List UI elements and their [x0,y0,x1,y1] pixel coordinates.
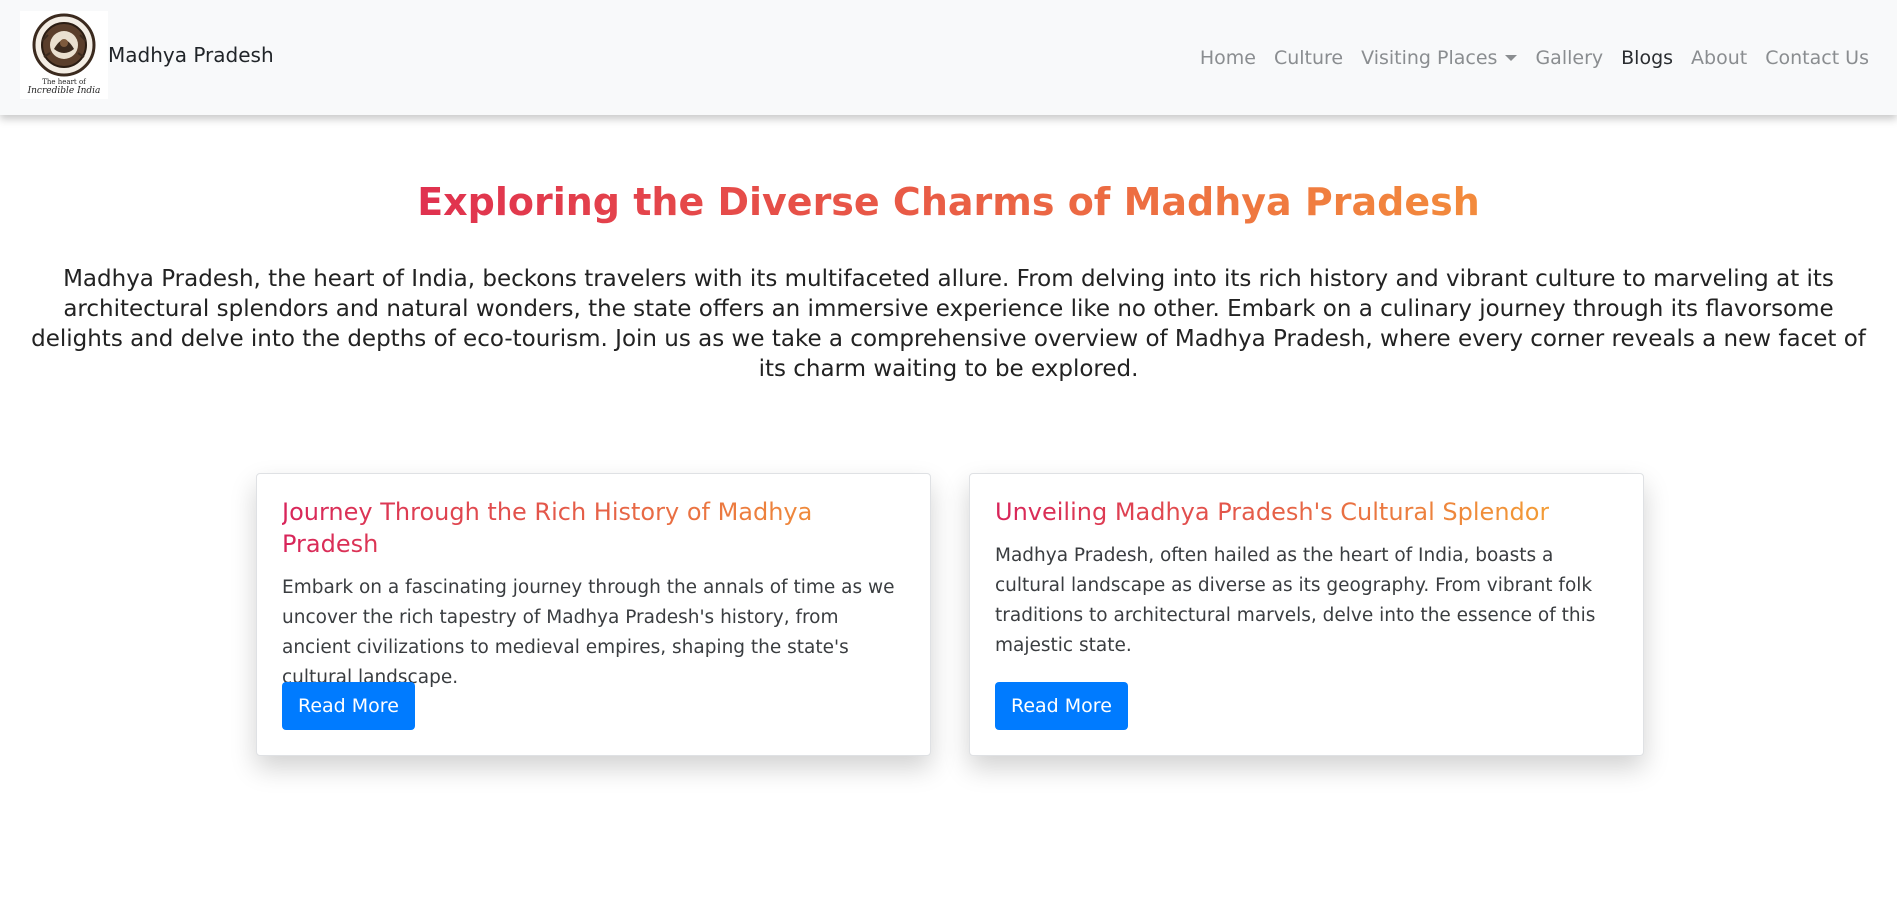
page-title-text: Exploring the Diverse Charms of Madhya P… [417,180,1480,224]
nav-item-culture: Culture [1274,47,1343,69]
nav-link-about[interactable]: About [1691,47,1747,69]
nav-dropdown-visiting-places[interactable]: Visiting Places [1361,46,1518,69]
nav-menu: Home Culture Visiting Places Gallery Blo… [1182,0,1869,115]
blog-card-culture: Unveiling Madhya Pradesh's Cultural Sple… [969,473,1644,756]
nav-link-blogs[interactable]: Blogs [1621,47,1673,69]
logo-tagline-1: The heart of [42,78,86,86]
nav-item-about: About [1691,47,1747,69]
nav-link-gallery[interactable]: Gallery [1535,47,1603,69]
page-title: Exploring the Diverse Charms of Madhya P… [0,172,1897,232]
intro-paragraph: Madhya Pradesh, the heart of India, beck… [31,266,1866,382]
card-title: Journey Through the Rich History of Madh… [282,496,905,560]
card-text: Embark on a fascinating journey through … [282,577,895,688]
card-title: Unveiling Madhya Pradesh's Cultural Sple… [995,498,1550,526]
blog-card-history: Journey Through the Rich History of Madh… [256,473,931,756]
brand-link[interactable]: The heart of Incredible India Madhya Pra… [20,11,274,99]
read-more-button[interactable]: Read More [282,682,415,730]
nav-link-culture[interactable]: Culture [1274,47,1343,69]
read-more-button[interactable]: Read More [995,682,1128,730]
logo: The heart of Incredible India [20,11,108,99]
caret-down-icon [1505,54,1518,61]
logo-tagline-2: Incredible India [27,86,101,96]
nav-item-gallery: Gallery [1535,47,1603,69]
nav-item-contact: Contact Us [1765,47,1869,69]
card-text: Madhya Pradesh, often hailed as the hear… [995,545,1596,656]
blog-cards: Journey Through the Rich History of Madh… [256,473,1644,756]
nav-link-home[interactable]: Home [1200,47,1256,69]
nav-item-visiting-places: Visiting Places [1361,46,1518,69]
nav-link-contact[interactable]: Contact Us [1765,47,1869,69]
brand-name: Madhya Pradesh [108,43,274,67]
emblem-icon [32,13,96,77]
nav-link-visiting-places-label: Visiting Places [1361,46,1498,69]
navbar: The heart of Incredible India Madhya Pra… [0,0,1897,115]
nav-item-blogs: Blogs [1621,47,1673,69]
nav-item-home: Home [1200,47,1256,69]
